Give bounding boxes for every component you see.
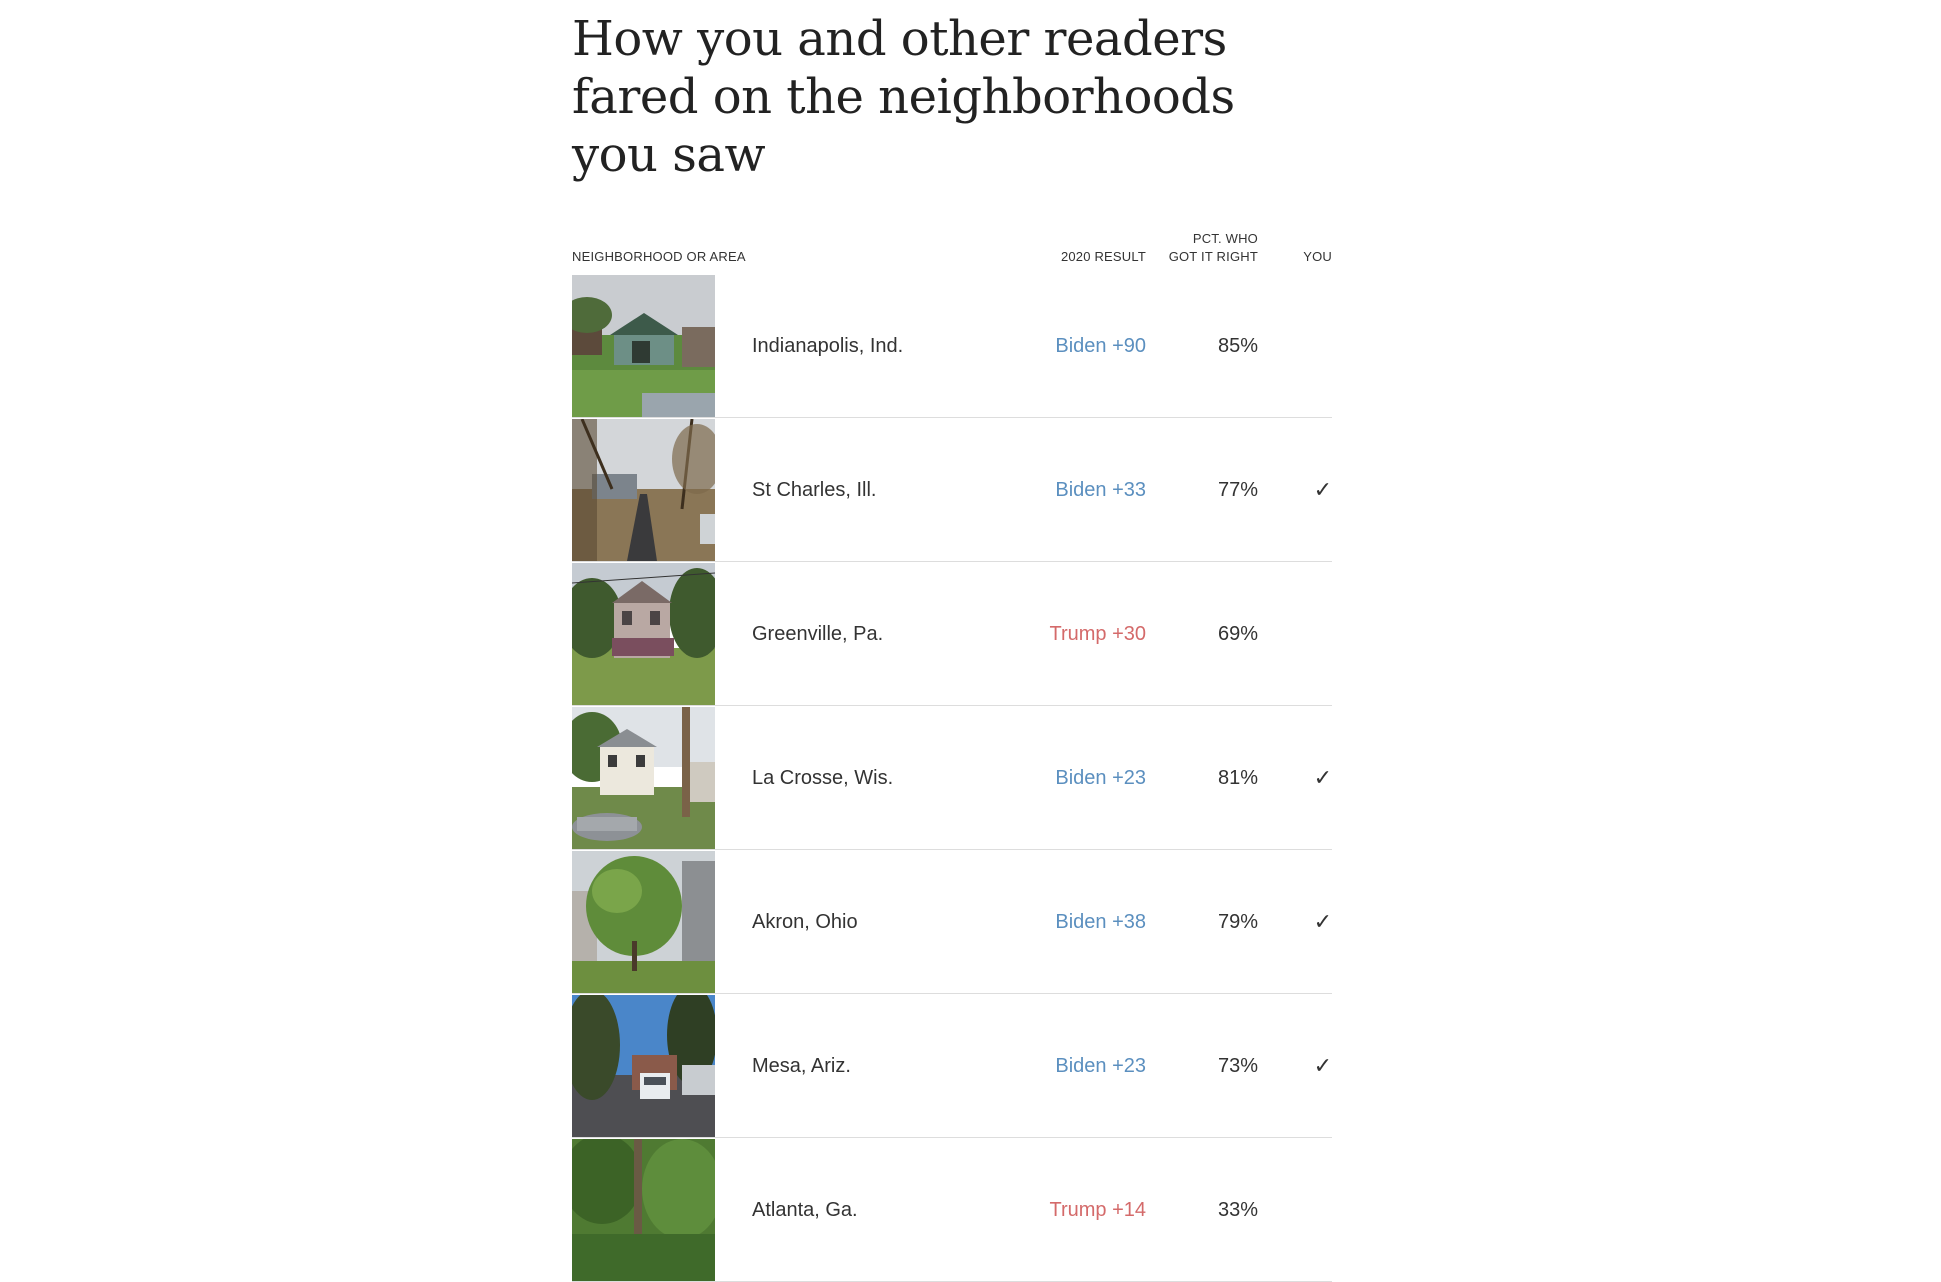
you-checkmark: ✓ [1313,909,1332,934]
neighborhood-photo [572,419,715,561]
you-checkmark: ✓ [1313,765,1332,790]
place-name: Akron, Ohio [752,911,858,933]
neighborhood-photo [572,563,715,705]
result-value: Biden +23 [1055,1055,1146,1077]
column-header-pct-line2: GOT IT RIGHT [1168,249,1258,264]
table-row: Indianapolis, Ind. Biden +90 85% [572,274,1332,418]
table-row: Mesa, Ariz. Biden +23 73% ✓ [572,994,1332,1138]
neighborhood-photo [572,851,715,993]
result-value: Biden +38 [1055,911,1146,933]
result-value: Biden +23 [1055,767,1146,789]
you-checkmark: ✓ [1313,1053,1332,1078]
pct-right-value: 73% [1217,1055,1258,1077]
result-value: Trump +14 [1049,1199,1146,1221]
column-header-area: NEIGHBORHOOD OR AREA [572,249,746,264]
place-name: Mesa, Ariz. [752,1055,851,1077]
table-row: Atlanta, Ga. Trump +14 33% [572,1138,1332,1282]
results-table: Indianapolis, Ind. Biden +90 85% St Char… [572,274,1332,1282]
table-header: NEIGHBORHOOD OR AREA 2020 RESULT PCT. WH… [572,214,1332,274]
results-article: How you and other readers fared on the n… [572,0,1332,1282]
column-header-result: 2020 RESULT [1060,249,1146,264]
neighborhood-photo [572,1139,715,1281]
neighborhood-photo [572,707,715,849]
neighborhood-photo [572,275,715,417]
neighborhood-photo [572,995,715,1137]
table-row: Akron, Ohio Biden +38 79% ✓ [572,850,1332,994]
place-name: Indianapolis, Ind. [752,335,904,357]
pct-right-value: 85% [1217,335,1258,357]
result-value: Biden +90 [1055,335,1146,357]
place-name: La Crosse, Wis. [752,767,894,789]
headline: How you and other readers fared on the n… [572,11,1235,183]
table-row: Greenville, Pa. Trump +30 69% [572,562,1332,706]
place-name: St Charles, Ill. [752,479,877,501]
pct-right-value: 33% [1217,1199,1258,1221]
place-name: Greenville, Pa. [752,623,884,645]
pct-right-value: 77% [1217,479,1258,501]
table-row: La Crosse, Wis. Biden +23 81% ✓ [572,706,1332,850]
place-name: Atlanta, Ga. [752,1199,858,1221]
pct-right-value: 81% [1217,767,1258,789]
result-value: Trump +30 [1049,623,1146,645]
result-value: Biden +33 [1055,479,1146,501]
column-header-pct: PCT. WHO GOT IT RIGHT [1169,230,1258,266]
column-header-you: YOU [1303,249,1332,264]
pct-right-value: 79% [1217,911,1258,933]
table-row: St Charles, Ill. Biden +33 77% ✓ [572,418,1332,562]
you-checkmark: ✓ [1313,477,1332,502]
column-header-pct-line1: PCT. WHO [1192,231,1258,246]
pct-right-value: 69% [1217,623,1258,645]
